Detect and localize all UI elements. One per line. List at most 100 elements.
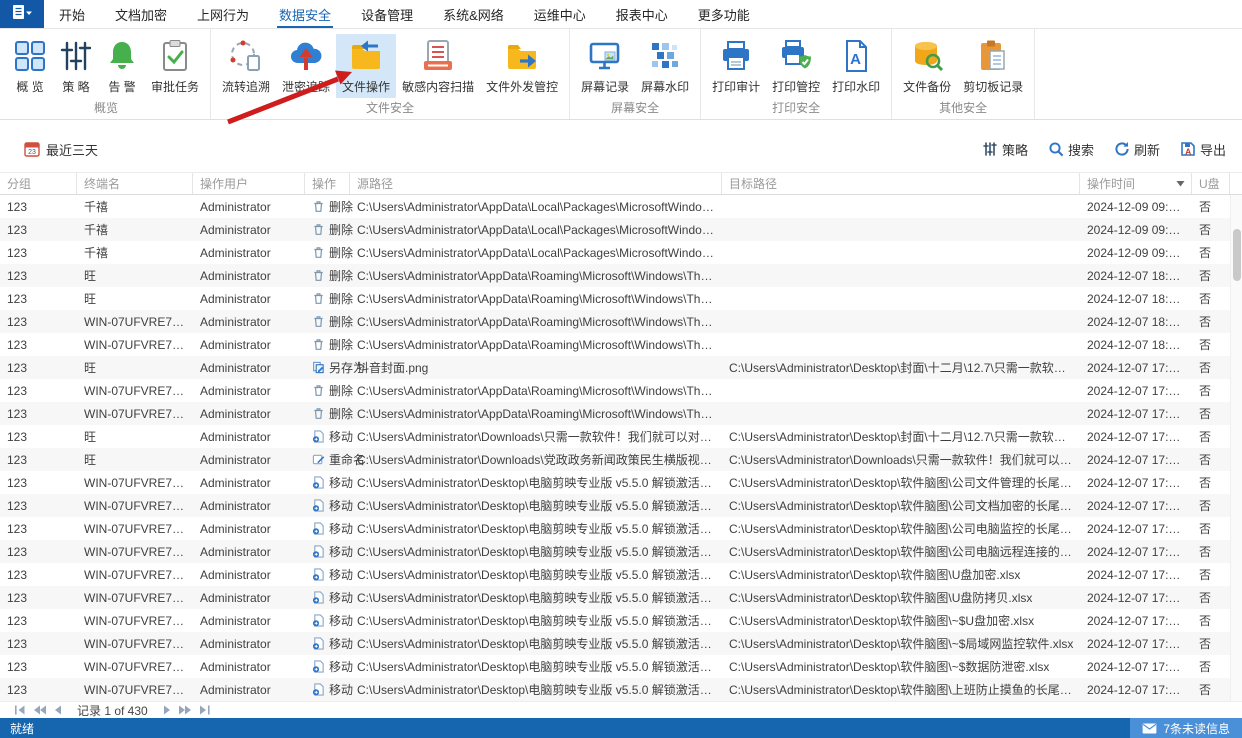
trace-cycle-icon [229,39,263,73]
nav-next-icon[interactable] [163,705,171,715]
table-row[interactable]: 123千禧Administrator删除C:\Users\Administrat… [0,218,1242,241]
table-row[interactable]: 123WIN-07UFVRE7CN9Administrator移动C:\User… [0,563,1242,586]
menu-item[interactable]: 数据安全 [264,0,346,28]
ribbon-button[interactable]: 告 警 [99,34,145,98]
unread-messages-label: 7条未读信息 [1163,720,1230,737]
menu-item[interactable]: 更多功能 [683,0,765,28]
ribbon-button[interactable]: 屏幕水印 [635,34,695,98]
menu-item[interactable]: 设备管理 [346,0,428,28]
ribbon-button[interactable]: 剪切板记录 [957,34,1029,98]
operation-cell: 移动 [305,589,350,606]
rename-icon [312,453,325,466]
nav-last-icon[interactable] [199,705,211,715]
status-text: 就绪 [0,720,34,737]
toolbar-action-search[interactable]: 搜索 [1048,140,1094,159]
ribbon-button[interactable]: 文件备份 [897,34,957,98]
operation-cell: 移动 [305,428,350,445]
toolbar-action-export[interactable]: A导出 [1180,140,1226,159]
scrollbar-thumb[interactable] [1233,229,1241,281]
ribbon-button[interactable]: 泄密追踪 [276,34,336,98]
column-header-source-path[interactable]: 源路径 [350,173,722,194]
toolbar-action-refresh[interactable]: 刷新 [1114,140,1160,159]
ribbon-group: 文件备份剪切板记录其他安全 [892,29,1035,119]
menu-item[interactable]: 上网行为 [182,0,264,28]
operation-cell: 移动 [305,520,350,537]
ribbon-group-label: 概览 [7,98,205,121]
table-row[interactable]: 123WIN-07UFVRE7CN9Administrator移动C:\User… [0,540,1242,563]
table-row[interactable]: 123WIN-07UFVRE7CN9Administrator移动C:\User… [0,678,1242,701]
menu-item[interactable]: 文档加密 [100,0,182,28]
ribbon-button-label: 打印水印 [832,78,880,95]
ribbon-group-label: 其他安全 [897,98,1029,121]
screen-watermark-icon [648,39,682,73]
table-row[interactable]: 123旺Administrator删除C:\Users\Administrato… [0,264,1242,287]
table-row[interactable]: 123WIN-07UFVRE7CN9Administrator移动C:\User… [0,586,1242,609]
column-header-terminal[interactable]: 终端名 [77,173,193,194]
table-row[interactable]: 123WIN-07UFVRE7CN9Administrator删除C:\User… [0,310,1242,333]
table-row[interactable]: 123WIN-07UFVRE7CN9Administrator移动C:\User… [0,632,1242,655]
menu-item[interactable]: 系统&网络 [428,0,519,28]
ribbon-button[interactable]: 概 览 [7,34,53,98]
ribbon-button[interactable]: 策 略 [53,34,99,98]
toolbar-action-label: 策略 [1002,140,1028,159]
ribbon-button[interactable]: 屏幕记录 [575,34,635,98]
operation-cell: 删除 [305,313,350,330]
ribbon-button[interactable]: 敏感内容扫描 [396,34,480,98]
record-navigator: 记录 1 of 430 [0,701,1242,718]
table-row[interactable]: 123WIN-07UFVRE7CN9Administrator移动C:\User… [0,609,1242,632]
table-row[interactable]: 123千禧Administrator删除C:\Users\Administrat… [0,195,1242,218]
ribbon-button-label: 剪切板记录 [963,78,1023,95]
table-row[interactable]: 123旺Administrator移动C:\Users\Administrato… [0,425,1242,448]
calendar-icon: 23 [24,141,40,157]
table-row[interactable]: 123WIN-07UFVRE7CN9Administrator删除C:\User… [0,379,1242,402]
screen-record-icon [588,39,622,73]
app-logo-icon [10,4,34,25]
table-row[interactable]: 123WIN-07UFVRE7CN9Administrator移动C:\User… [0,655,1242,678]
table-row[interactable]: 123千禧Administrator删除C:\Users\Administrat… [0,241,1242,264]
ribbon-button[interactable]: 流转追溯 [216,34,276,98]
ribbon-button[interactable]: 打印管控 [766,34,826,98]
column-header-operation[interactable]: 操作 [305,173,350,194]
table-row[interactable]: 123WIN-07UFVRE7CN9Administrator移动C:\User… [0,471,1242,494]
nav-next-page-icon[interactable] [178,705,192,715]
ribbon-button[interactable]: 文件操作 [336,34,396,98]
column-header-usb[interactable]: U盘 [1192,173,1230,194]
operation-cell: 删除 [305,290,350,307]
table-row[interactable]: 123WIN-07UFVRE7CN9Administrator删除C:\User… [0,402,1242,425]
date-range-filter[interactable]: 23 最近三天 [24,140,98,159]
ribbon-button[interactable]: 审批任务 [145,34,205,98]
sliders-icon [59,39,93,73]
column-header-group[interactable]: 分组 [0,173,77,194]
table-row[interactable]: 123WIN-07UFVRE7CN9Administrator删除C:\User… [0,333,1242,356]
table-row[interactable]: 123旺Administrator重命名C:\Users\Administrat… [0,448,1242,471]
move-icon [312,568,325,581]
operation-cell: 重命名 [305,451,350,468]
folder-return-icon [349,39,383,73]
menu-item[interactable]: 报表中心 [601,0,683,28]
ribbon-button[interactable]: 文件外发管控 [480,34,564,98]
ribbon-button[interactable]: A打印水印 [826,34,886,98]
table-row[interactable]: 123WIN-07UFVRE7CN9Administrator移动C:\User… [0,494,1242,517]
ribbon-button[interactable]: 打印审计 [706,34,766,98]
toolbar-action-sliders-small[interactable]: 策略 [982,140,1028,159]
export-icon: A [1180,141,1196,157]
ribbon-button-label: 策 略 [62,78,89,95]
operation-cell: 移动 [305,566,350,583]
nav-first-icon[interactable] [14,705,26,715]
menu-item[interactable]: 开始 [44,0,100,28]
column-header-time[interactable]: 操作时间 [1080,173,1192,194]
ribbon: 概 览策 略告 警审批任务概览流转追溯泄密追踪文件操作敏感内容扫描文件外发管控 文… [0,29,1242,120]
app-menu-button[interactable] [0,0,44,28]
column-header-user[interactable]: 操作用户 [193,173,305,194]
table-row[interactable]: 123旺Administrator删除C:\Users\Administrato… [0,287,1242,310]
menu-item[interactable]: 运维中心 [519,0,601,28]
table-row[interactable]: 123旺Administrator另存为抖音封面.pngC:\Users\Adm… [0,356,1242,379]
toolbar-actions: 策略 搜索 刷新 A导出 [982,140,1226,159]
unread-messages-button[interactable]: 7条未读信息 [1130,718,1242,738]
column-header-target-path[interactable]: 目标路径 [722,173,1080,194]
vertical-scrollbar[interactable] [1230,195,1242,701]
nav-prev-icon[interactable] [54,705,62,715]
ribbon-button-label: 屏幕记录 [581,78,629,95]
nav-prev-page-icon[interactable] [33,705,47,715]
table-row[interactable]: 123WIN-07UFVRE7CN9Administrator移动C:\User… [0,517,1242,540]
